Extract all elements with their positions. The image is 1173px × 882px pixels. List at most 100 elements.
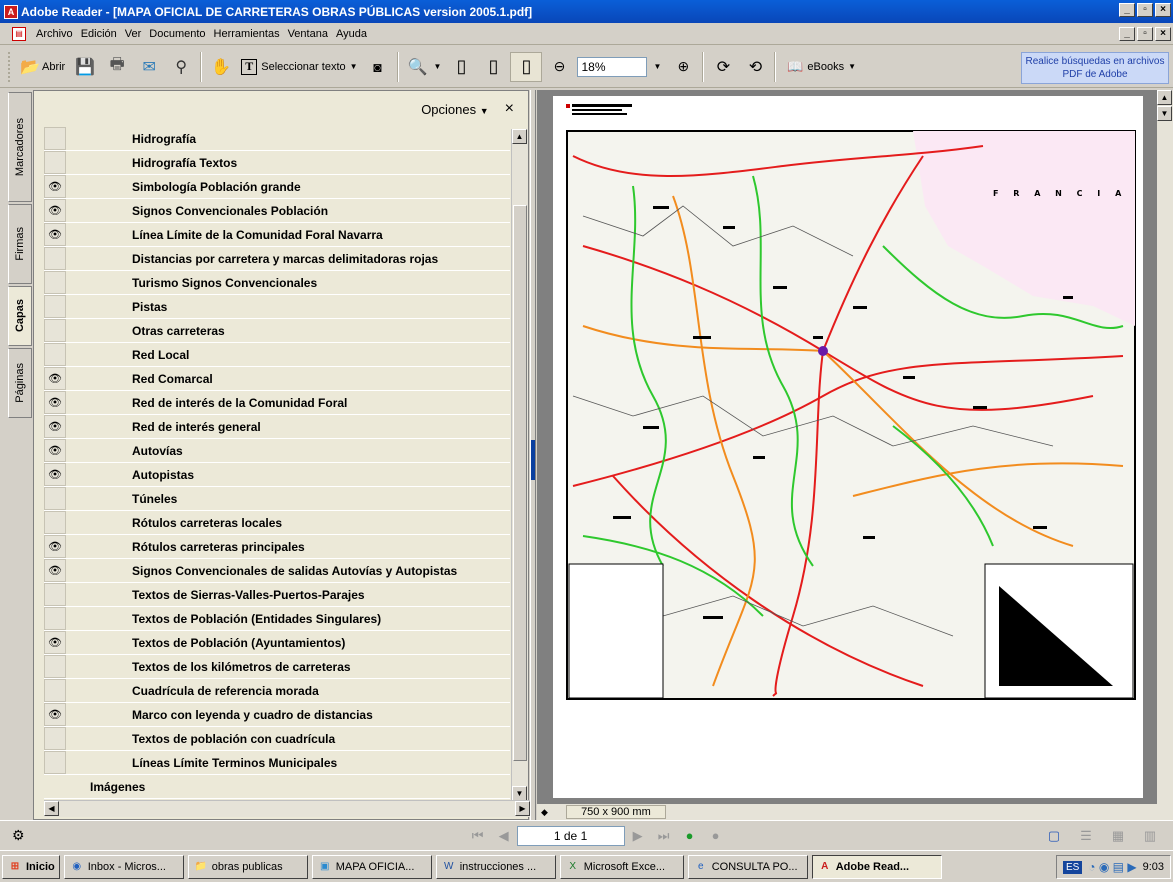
eye-visible-icon[interactable]: 👁 [44, 463, 66, 486]
eye-hidden-toggle[interactable] [44, 727, 66, 750]
save-button[interactable]: 💾 [70, 52, 100, 82]
single-page-layout-icon[interactable]: ▢ [1043, 826, 1065, 846]
layer-row[interactable]: 👁 Rótulos carreteras principales [44, 535, 510, 559]
eye-hidden-toggle[interactable] [44, 247, 66, 270]
zoom-out-button[interactable]: ⊖ [544, 52, 574, 82]
rotate-ccw-button[interactable]: ⟲ [740, 52, 770, 82]
options-menu[interactable]: Opciones ▼ [421, 102, 488, 117]
layer-row[interactable]: Túneles [44, 487, 510, 511]
document-view[interactable]: F R A N C I A [537, 90, 1157, 804]
chevron-down-icon[interactable]: ▼ [350, 62, 358, 71]
eye-visible-icon[interactable]: 👁 [44, 175, 66, 198]
layer-row[interactable]: 👁 Red de interés de la Comunidad Foral [44, 391, 510, 415]
eye-hidden-toggle[interactable] [44, 583, 66, 606]
layer-row[interactable]: Hidrografía [44, 127, 510, 151]
email-button[interactable]: ✉ [134, 52, 164, 82]
last-page-icon[interactable]: ⏭ [653, 826, 675, 846]
eye-hidden-toggle[interactable] [44, 655, 66, 678]
previous-page-icon[interactable]: ◀ [493, 826, 515, 846]
first-page-icon[interactable]: ⏮ [467, 826, 489, 846]
layer-row[interactable]: 👁 Signos Convencionales de salidas Autoví… [44, 559, 510, 583]
document-vscrollbar[interactable]: ▲ ▼ [1157, 90, 1173, 820]
task-consulta[interactable]: e CONSULTA PO... [687, 854, 808, 879]
tab-capas[interactable]: Capas [8, 286, 32, 346]
layer-row[interactable]: Turismo Signos Convencionales [44, 271, 510, 295]
menu-ver[interactable]: Ver [121, 28, 146, 40]
doc-close-button[interactable]: × [1155, 27, 1171, 41]
eye-visible-icon[interactable]: 👁 [44, 631, 66, 654]
eye-hidden-toggle[interactable] [44, 511, 66, 534]
panel-splitter[interactable] [530, 90, 536, 820]
facing-layout-icon[interactable]: ▦ [1107, 826, 1129, 846]
eye-visible-icon[interactable]: 👁 [44, 391, 66, 414]
layer-row[interactable]: Textos de población con cuadrícula [44, 727, 510, 751]
pdf-page[interactable]: F R A N C I A [553, 96, 1143, 798]
eye-hidden-toggle[interactable] [44, 343, 66, 366]
layer-row[interactable]: Pistas [44, 295, 510, 319]
layers-hscrollbar[interactable]: ◀ ▶ [44, 800, 530, 817]
document-hscrollbar[interactable]: ◆ 750 x 900 mm [537, 804, 1157, 820]
zoom-in-button[interactable]: ⊕ [668, 52, 698, 82]
menu-ayuda[interactable]: Ayuda [332, 28, 371, 40]
doc-minimize-button[interactable]: _ [1119, 27, 1135, 41]
eye-visible-icon[interactable]: 👁 [44, 559, 66, 582]
task-mapa-oficial[interactable]: ▣ MAPA OFICIA... [311, 854, 432, 879]
pdf-document-icon[interactable]: ▤ [12, 26, 26, 41]
task-instrucciones[interactable]: Winstrucciones ... [435, 854, 556, 879]
snapshot-button[interactable]: ◙ [363, 52, 393, 82]
go-forward-icon[interactable]: ● [705, 826, 727, 846]
layer-row[interactable]: Red Local [44, 343, 510, 367]
scroll-left-icon[interactable]: ◀ [44, 801, 59, 816]
eye-visible-icon[interactable]: 👁 [44, 703, 66, 726]
zoom-in-tool-button[interactable]: 🔍 ▼ [403, 52, 445, 82]
layer-row[interactable]: Textos de Población (Entidades Singulare… [44, 607, 510, 631]
layer-row[interactable]: Distancias por carretera y marcas delimi… [44, 247, 510, 271]
restore-button[interactable]: ▫ [1137, 3, 1153, 17]
next-page-icon[interactable]: ▶ [627, 826, 649, 846]
find-button[interactable]: ⚲ [166, 52, 196, 82]
toolbar-grip[interactable] [8, 51, 14, 82]
eye-hidden-toggle[interactable] [44, 319, 66, 342]
menu-ventana[interactable]: Ventana [284, 28, 332, 40]
menu-archivo[interactable]: Archivo [32, 28, 77, 40]
task-inbox[interactable]: ◉ Inbox - Micros... [63, 854, 184, 879]
eye-visible-icon[interactable]: 👁 [44, 199, 66, 222]
layer-row[interactable]: 👁 Autovías [44, 439, 510, 463]
eye-hidden-toggle[interactable] [44, 127, 66, 150]
scroll-down-icon[interactable]: ▼ [1157, 106, 1172, 121]
scroll-right-icon[interactable]: ▶ [515, 801, 530, 816]
layer-row[interactable]: Textos de Sierras-Valles-Puertos-Parajes [44, 583, 510, 607]
fit-page-button[interactable]: ▯ [478, 52, 508, 82]
eye-hidden-toggle[interactable] [44, 751, 66, 774]
actual-size-button[interactable]: ▯ [446, 52, 476, 82]
eye-visible-icon[interactable]: 👁 [44, 439, 66, 462]
go-back-icon[interactable]: ● [679, 826, 701, 846]
eye-visible-icon[interactable]: 👁 [44, 367, 66, 390]
eye-hidden-toggle[interactable] [44, 607, 66, 630]
menu-herramientas[interactable]: Herramientas [210, 28, 284, 40]
eye-hidden-toggle[interactable] [44, 151, 66, 174]
fit-width-button[interactable]: ▯ [510, 51, 543, 82]
eye-hidden-toggle[interactable] [44, 295, 66, 318]
minimize-button[interactable]: _ [1119, 3, 1135, 17]
task-adobe-reader[interactable]: A Adobe Read... [811, 854, 942, 879]
eye-hidden-toggle[interactable] [44, 679, 66, 702]
open-button[interactable]: 📂 Abrir [15, 52, 68, 82]
zoom-dropdown-icon[interactable]: ▼ [653, 62, 661, 71]
page-number-field[interactable]: 1 de 1 [516, 825, 625, 846]
menu-edicion[interactable]: Edición [77, 28, 121, 40]
status-icon[interactable]: ⚙ [12, 827, 25, 844]
splitter-grip[interactable] [531, 440, 535, 480]
layer-row[interactable]: Líneas Límite Terminos Municipales [44, 751, 510, 775]
layer-row[interactable]: 👁 Red de interés general [44, 415, 510, 439]
chevron-down-icon[interactable]: ▼ [848, 62, 856, 71]
layers-scrollbar[interactable]: ▲ ▼ [511, 129, 528, 801]
layer-row[interactable]: Textos de los kilómetros de carreteras [44, 655, 510, 679]
layer-row[interactable]: 👁 Simbología Población grande [44, 175, 510, 199]
eye-visible-icon[interactable]: 👁 [44, 223, 66, 246]
chevron-down-icon[interactable]: ▼ [434, 62, 442, 71]
layer-row[interactable]: Imágenes [44, 775, 510, 799]
layer-row[interactable]: Otras carreteras [44, 319, 510, 343]
eye-visible-icon[interactable]: 👁 [44, 415, 66, 438]
layer-row[interactable]: 👁 Autopistas [44, 463, 510, 487]
